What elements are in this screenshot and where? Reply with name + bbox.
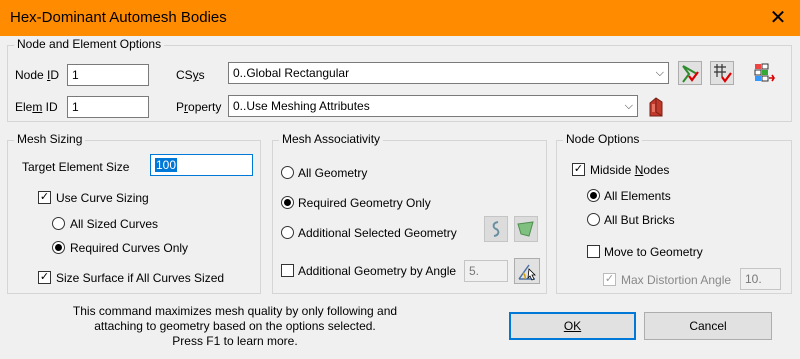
angle-input[interactable]: 5. [464,260,508,282]
move-to-geometry-checkbox[interactable] [587,245,600,258]
chevron-down-icon: ⌵ [624,100,633,112]
csys-value: 0..Global Rectangular [233,66,350,80]
size-surface-checkbox[interactable]: ✓ [38,271,51,284]
move-to-geometry-label: Move to Geometry [604,245,703,259]
additional-geometry-angle-checkbox[interactable] [281,264,294,277]
info-line-2: attaching to geometry based on the optio… [94,319,376,333]
required-curves-only-label: Required Curves Only [70,241,189,255]
property-button[interactable] [644,93,668,117]
use-curve-sizing-label: Use Curve Sizing [56,191,149,205]
elem-id-input[interactable]: 1 [67,96,149,118]
curve-select-button[interactable] [484,216,508,242]
additional-selected-geometry-radio[interactable] [281,226,294,239]
mesh-grid-check-button[interactable] [710,61,734,85]
additional-geometry-angle-label: Additional Geometry by Angle [298,264,457,278]
required-curves-only-radio[interactable] [52,241,65,254]
all-sized-curves-radio[interactable] [52,217,65,230]
dialog-body: Node and Element Options Node ID 1 Elem … [0,36,800,359]
size-surface-label: Size Surface if All Curves Sized [56,271,225,285]
info-text: This command maximizes mesh quality by o… [40,304,430,349]
mesh-sizing-legend: Mesh Sizing [14,132,86,146]
midside-nodes-checkbox[interactable]: ✓ [572,163,585,176]
all-elements-radio[interactable] [587,189,600,202]
mesh-associativity-legend: Mesh Associativity [279,132,384,146]
mesh-grid-list-icon [754,63,775,82]
required-geometry-only-radio[interactable] [281,196,294,209]
title-bar: Hex-Dominant Automesh Bodies ✕ [0,0,800,36]
property-value: 0..Use Meshing Attributes [233,99,370,113]
angle-pick-icon [518,264,536,281]
target-element-size-label: Target Element Size [22,160,130,174]
target-element-size-value: 100 [155,158,178,172]
surface-select-button[interactable] [514,216,538,242]
midside-nodes-label: Midside Nodes [590,163,670,177]
mesh-grid-check-icon [714,64,732,83]
info-line-1: This command maximizes mesh quality by o… [72,304,398,318]
additional-selected-geometry-label: Additional Selected Geometry [298,226,457,240]
all-but-bricks-label: All But Bricks [604,213,675,227]
node-element-options-legend: Node and Element Options [14,37,165,51]
max-distortion-label: Max Distortion Angle [621,273,732,287]
csys-label: CSys [176,68,205,82]
node-id-input[interactable]: 1 [67,64,149,86]
elem-id-label: Elem ID [15,100,58,114]
property-label: Property [176,100,222,114]
dialog-title: Hex-Dominant Automesh Bodies [10,9,227,26]
chevron-down-icon: ⌵ [655,67,664,79]
use-curve-sizing-checkbox[interactable]: ✓ [38,191,51,204]
surface-select-icon [517,221,534,237]
node-options-legend: Node Options [563,132,643,146]
all-geometry-radio[interactable] [281,166,294,179]
all-but-bricks-radio[interactable] [587,213,600,226]
coordinate-system-check-icon [682,65,699,83]
target-element-size-input[interactable]: 100 [150,154,253,176]
property-icon [649,97,663,117]
all-sized-curves-label: All Sized Curves [70,217,159,231]
close-icon[interactable]: ✕ [764,4,792,32]
csys-select[interactable]: 0..Global Rectangular ⌵ [228,62,669,84]
property-select[interactable]: 0..Use Meshing Attributes ⌵ [228,95,638,117]
coordinate-system-check-button[interactable] [678,61,702,85]
max-distortion-checkbox[interactable]: ✓ [603,273,616,286]
mesh-grid-list-button[interactable] [752,61,776,85]
all-geometry-label: All Geometry [298,166,368,180]
ok-button[interactable]: OK [509,312,636,340]
info-line-3: Press F1 to learn more. [172,334,298,348]
cancel-button[interactable]: Cancel [644,312,772,340]
max-distortion-input[interactable]: 10. [740,268,781,290]
angle-pick-button[interactable] [514,258,540,284]
node-id-label: Node ID [15,68,60,82]
curve-select-icon [492,221,500,237]
ok-label: OK [563,319,582,333]
cancel-label: Cancel [689,319,727,333]
all-elements-label: All Elements [604,189,671,203]
required-geometry-only-label: Required Geometry Only [298,196,431,210]
